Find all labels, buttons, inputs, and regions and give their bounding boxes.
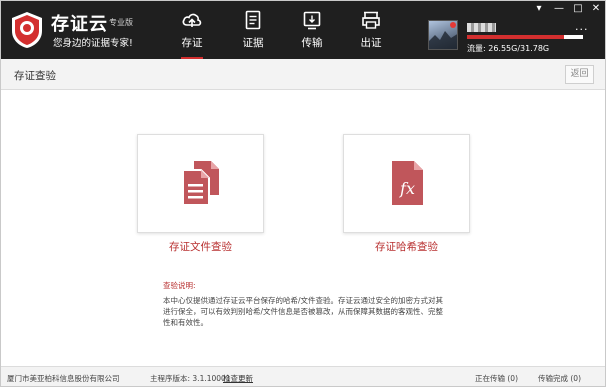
- nav-item-evidence[interactable]: 证据: [226, 1, 280, 59]
- app-window: 存证云 专业版 您身边的证据专家! 存证 证据 传输 出证 流量: 26.55G…: [0, 0, 606, 387]
- nav-item-deposit[interactable]: 存证: [165, 1, 219, 59]
- app-logo-icon: [12, 12, 42, 48]
- storage-progress-bar: [467, 35, 583, 39]
- file-verify-card[interactable]: [137, 134, 264, 233]
- version-text: 主程序版本: 3.1.10001: [150, 374, 231, 383]
- hash-verify-label[interactable]: 存证哈希查验: [343, 239, 470, 254]
- more-options-button[interactable]: ···: [575, 23, 589, 36]
- print-icon: [362, 11, 380, 29]
- menu-dropdown-button[interactable]: ▾: [532, 3, 546, 15]
- document-list-icon: [245, 10, 261, 30]
- nav-label: 出证: [360, 37, 382, 49]
- transfer-completed[interactable]: 传输完成 (0): [538, 373, 581, 384]
- minimize-button[interactable]: —: [552, 3, 566, 15]
- app-name: 存证云: [51, 14, 108, 35]
- cloud-upload-icon: [182, 13, 202, 27]
- company-name: 厦门市美亚柏科信息股份有限公司: [7, 374, 120, 383]
- notification-dot: [450, 22, 456, 28]
- page-header: 存证查验 返回: [1, 59, 605, 90]
- svg-text:fx: fx: [399, 179, 415, 198]
- storage-usage-text: 流量: 26.55G/31.78G: [467, 44, 550, 53]
- nav-label: 传输: [301, 37, 323, 49]
- nav-item-transfer[interactable]: 传输: [285, 1, 339, 59]
- top-bar: 存证云 专业版 您身边的证据专家! 存证 证据 传输 出证 流量: 26.55G…: [1, 1, 605, 59]
- user-name-masked: [467, 22, 513, 32]
- status-bar: 厦门市美亚柏科信息股份有限公司 主程序版本: 3.1.10001 检查更新 正在…: [1, 366, 605, 386]
- app-edition: 专业版: [109, 18, 133, 27]
- page-title: 存证查验: [14, 70, 56, 82]
- nav-label: 存证: [181, 37, 203, 49]
- transfer-icon: [303, 11, 321, 30]
- close-button[interactable]: ✕: [589, 3, 603, 15]
- file-verify-label[interactable]: 存证文件查验: [137, 239, 264, 254]
- documents-icon: [181, 161, 219, 206]
- transfer-in-progress[interactable]: 正在传输 (0): [475, 373, 518, 384]
- description-text: 本中心仅提供通过存证云平台保存的哈希/文件查验。存证云通过安全的加密方式对其进行…: [163, 296, 444, 327]
- back-button[interactable]: 返回: [565, 65, 594, 84]
- hash-verify-card[interactable]: fx: [343, 134, 470, 233]
- avatar[interactable]: [428, 20, 458, 50]
- app-slogan: 您身边的证据专家!: [53, 38, 133, 49]
- check-update-link[interactable]: 检查更新: [223, 373, 253, 384]
- storage-progress-fill: [467, 35, 564, 39]
- nav-label: 证据: [242, 37, 264, 49]
- maximize-button[interactable]: □: [571, 3, 585, 15]
- nav-item-issue[interactable]: 出证: [344, 1, 398, 59]
- fx-file-icon: fx: [391, 161, 423, 205]
- description-title: 查验说明:: [163, 281, 196, 290]
